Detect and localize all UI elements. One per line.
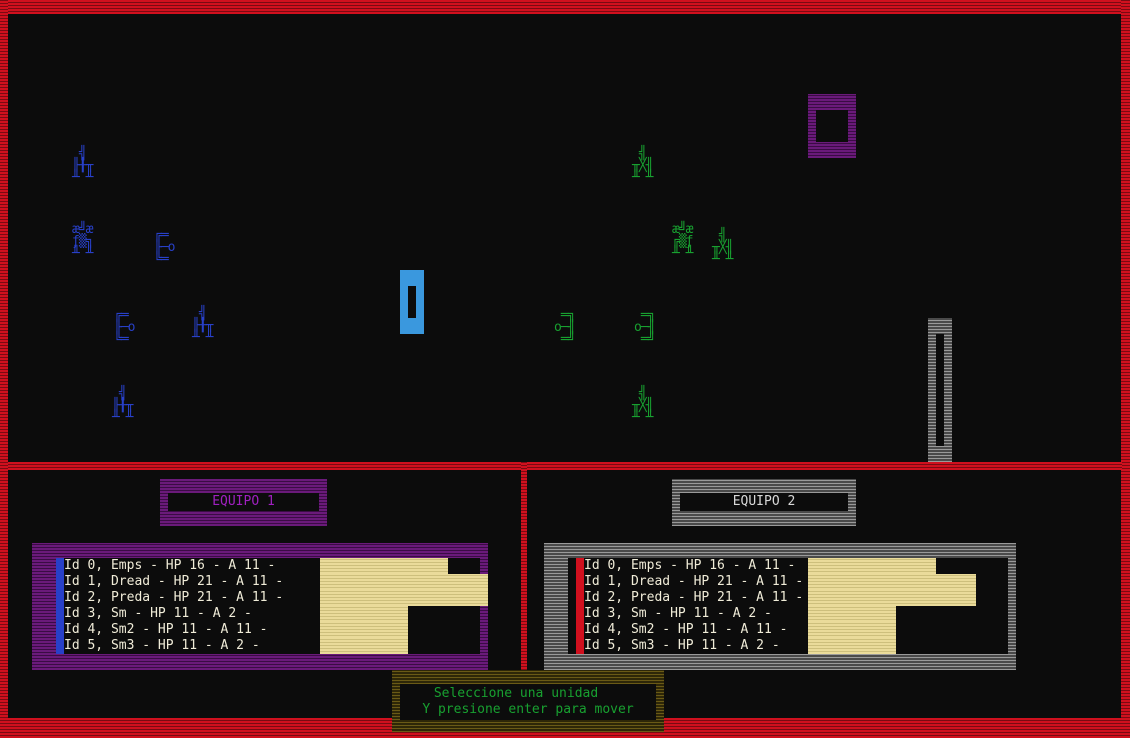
unit-row[interactable]: Id 4, Sm2 - HP 11 - A 11 - bbox=[64, 622, 320, 638]
unit-row[interactable]: Id 0, Emps - HP 16 - A 11 - bbox=[64, 558, 320, 574]
unit-row[interactable]: Id 5, Sm3 - HP 11 - A 2 - bbox=[64, 638, 320, 654]
message-line-2: Y presione enter para mover bbox=[422, 702, 634, 717]
hp-bar bbox=[808, 622, 896, 638]
unit-row[interactable]: Id 2, Preda - HP 21 - A 11 - bbox=[64, 590, 320, 606]
team2-unit-emps[interactable]: ═╗ o─╢ ═╝ bbox=[554, 309, 576, 346]
team2-unit-dread[interactable]: æ╝æ ╔▒ƒ ╨ ╨ bbox=[672, 223, 694, 260]
team2-title-box: EQUIPO 2 bbox=[672, 479, 856, 526]
team2-unit-soldier-2[interactable]: ╣ ╥╳╢ ╨ ╨ bbox=[712, 229, 734, 266]
hp-bar bbox=[808, 574, 976, 590]
team2-team-bar bbox=[576, 558, 584, 654]
hp-bar bbox=[808, 590, 976, 606]
team2-unit-soldier-3[interactable]: ╣ ╥╳╢ ╨ ╨ bbox=[632, 387, 654, 424]
hp-bar bbox=[808, 606, 896, 622]
team2-unit-soldier[interactable]: ╣ ╥╳╢ ╨ ╨ bbox=[632, 147, 654, 184]
unit-row[interactable]: Id 5, Sm3 - HP 11 - A 2 - bbox=[584, 638, 808, 654]
hp-bar bbox=[808, 638, 896, 654]
team1-roster: Id 0, Emps - HP 16 - A 11 - Id 1, Dread -… bbox=[32, 543, 488, 670]
hp-bar bbox=[320, 590, 488, 606]
hp-bar bbox=[320, 606, 408, 622]
team2-title: EQUIPO 2 bbox=[680, 493, 848, 511]
hp-bar bbox=[320, 574, 488, 590]
team1-team-bar bbox=[56, 558, 64, 654]
frame-top bbox=[0, 0, 1130, 14]
hp-bar bbox=[320, 638, 408, 654]
message-box: Seleccione una unidad Y presione enter p… bbox=[392, 670, 664, 732]
obstacle-purple bbox=[808, 94, 856, 158]
hp-bar bbox=[320, 622, 408, 638]
frame-right bbox=[1121, 0, 1130, 738]
team1-unit-list: Id 0, Emps - HP 16 - A 11 - Id 1, Dread -… bbox=[64, 558, 488, 654]
team1-unit-soldier[interactable]: ╣ ╟╂╥ ╨ ╨ bbox=[72, 147, 94, 184]
team1-unit-soldier-2[interactable]: ╣ ╟╂╥ ╨ ╨ bbox=[192, 307, 214, 344]
team1-unit-emps[interactable]: ╔═ ╟─o ╚═ bbox=[154, 229, 176, 266]
team1-unit-soldier-3[interactable]: ╣ ╟╂╥ ╨ ╨ bbox=[112, 387, 134, 424]
frame-left bbox=[0, 0, 8, 738]
team2-unit-emps-2[interactable]: ═╗ o─╢ ═╝ bbox=[634, 309, 656, 346]
unit-row[interactable]: Id 1, Dread - HP 21 - A 11 - bbox=[64, 574, 320, 590]
hp-bar bbox=[808, 558, 936, 574]
team1-title-box: EQUIPO 1 bbox=[160, 479, 327, 526]
team1-title: EQUIPO 1 bbox=[168, 493, 319, 511]
team2-unit-list: Id 0, Emps - HP 16 - A 11 - Id 1, Dread -… bbox=[584, 558, 1008, 654]
obstacle-gray bbox=[928, 318, 952, 462]
unit-row[interactable]: Id 4, Sm2 - HP 11 - A 11 - bbox=[584, 622, 808, 638]
message-line-1: Seleccione una unidad bbox=[433, 686, 599, 701]
hp-bar bbox=[320, 558, 448, 574]
team1-unit-emps-2[interactable]: ╔═ ╟─o ╚═ bbox=[114, 309, 136, 346]
unit-row[interactable]: Id 3, Sm - HP 11 - A 2 - bbox=[584, 606, 808, 622]
unit-row[interactable]: Id 0, Emps - HP 16 - A 11 - bbox=[584, 558, 808, 574]
selection-cursor[interactable] bbox=[400, 270, 424, 334]
team2-roster: Id 0, Emps - HP 16 - A 11 - Id 1, Dread -… bbox=[544, 543, 1016, 670]
unit-row[interactable]: Id 3, Sm - HP 11 - A 2 - bbox=[64, 606, 320, 622]
battlefield[interactable]: ╣ ╟╂╥ ╨ ╨ æ╝æ ƒ▒╗ ╨ ╨ ╔═ ╟─o ╚═ ╔═ ╟─o ╚… bbox=[8, 14, 1121, 462]
frame-divider-horizontal bbox=[8, 462, 1122, 470]
team1-unit-dread[interactable]: æ╝æ ƒ▒╗ ╨ ╨ bbox=[72, 223, 94, 260]
unit-row[interactable]: Id 2, Preda - HP 21 - A 11 - bbox=[584, 590, 808, 606]
unit-row[interactable]: Id 1, Dread - HP 21 - A 11 - bbox=[584, 574, 808, 590]
